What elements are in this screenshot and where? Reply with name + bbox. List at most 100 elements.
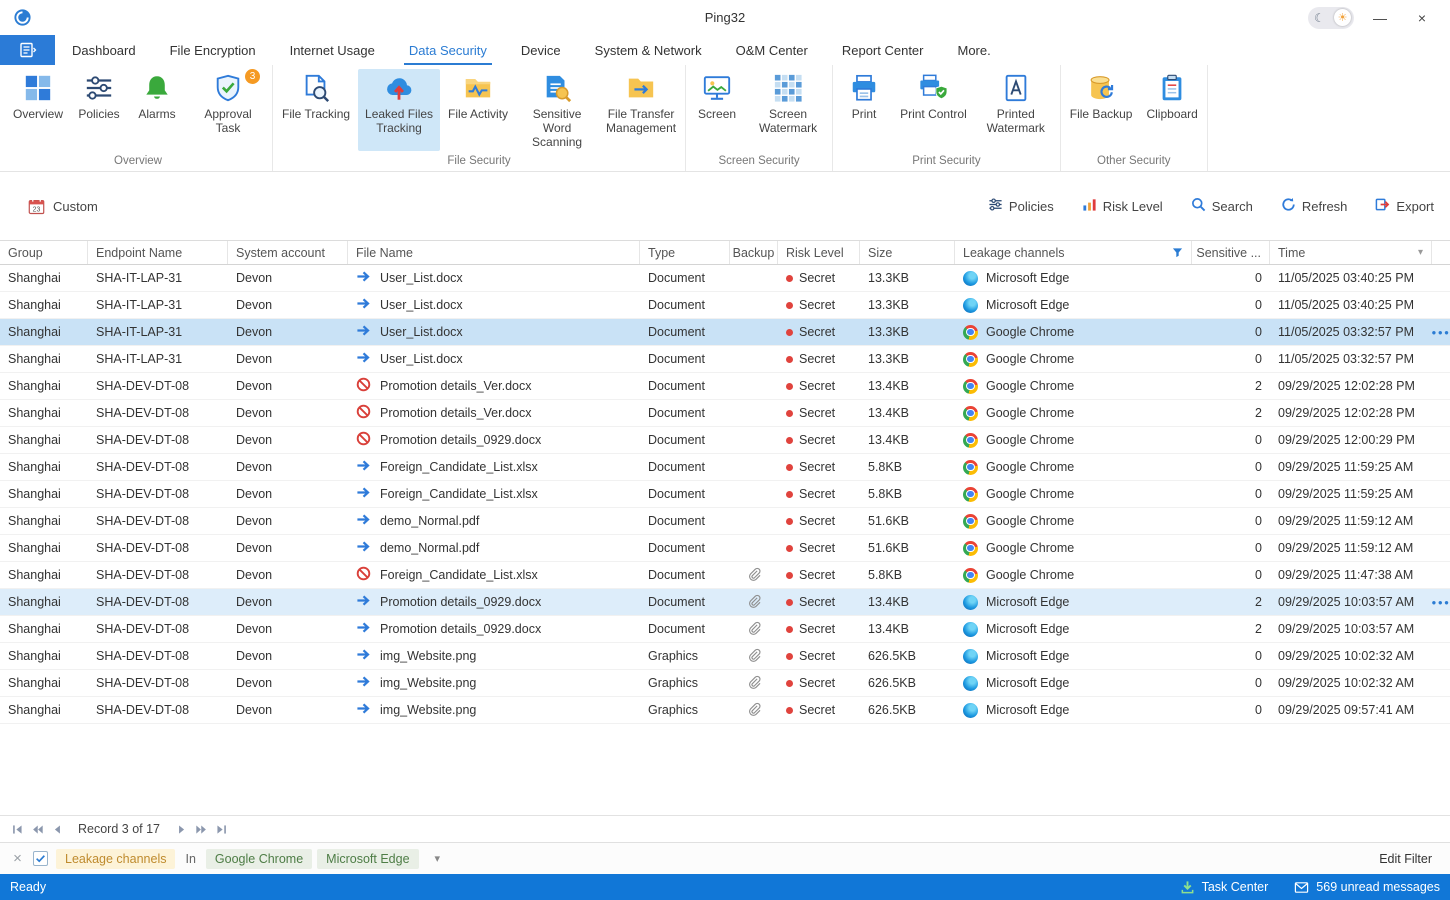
risk-dot-icon bbox=[786, 329, 793, 336]
cell-leakage-channel: Google Chrome bbox=[955, 508, 1192, 534]
ribbon-button-screen[interactable]: Screen bbox=[689, 69, 745, 151]
cell-leakage-channel: Google Chrome bbox=[955, 319, 1192, 345]
column-header-endpoint-name[interactable]: Endpoint Name bbox=[88, 241, 228, 264]
cell-size: 626.5KB bbox=[860, 643, 955, 669]
filter-value-tag[interactable]: Google Chrome bbox=[206, 849, 312, 869]
filter-value-tag[interactable]: Microsoft Edge bbox=[317, 849, 418, 869]
table-row[interactable]: ShanghaiSHA-DEV-DT-08DevonPromotion deta… bbox=[0, 616, 1450, 643]
tab-system-network[interactable]: System & Network bbox=[578, 35, 719, 65]
filter-enabled-checkbox[interactable] bbox=[33, 851, 48, 866]
table-row[interactable]: ShanghaiSHA-DEV-DT-08DevonPromotion deta… bbox=[0, 589, 1450, 616]
ribbon-button-sensitive-word-scanning[interactable]: Sensitive Word Scanning bbox=[516, 69, 598, 151]
row-menu-dots[interactable]: ●●● bbox=[1432, 598, 1450, 607]
ribbon-button-printed-watermark[interactable]: Printed Watermark bbox=[975, 69, 1057, 151]
last-page-icon[interactable] bbox=[212, 820, 230, 838]
tab-device[interactable]: Device bbox=[504, 35, 578, 65]
table-row[interactable]: ShanghaiSHA-IT-LAP-31DevonUser_List.docx… bbox=[0, 346, 1450, 373]
table-row[interactable]: ShanghaiSHA-DEV-DT-08DevonForeign_Candid… bbox=[0, 562, 1450, 589]
prev-page-icon[interactable] bbox=[48, 820, 66, 838]
cell-time: 11/05/2025 03:40:25 PM bbox=[1270, 292, 1432, 318]
table-row[interactable]: ShanghaiSHA-DEV-DT-08DevonForeign_Candid… bbox=[0, 454, 1450, 481]
column-header-sensitive[interactable]: Sensitive ... bbox=[1192, 241, 1270, 264]
ribbon-button-screen-watermark[interactable]: Screen Watermark bbox=[747, 69, 829, 151]
theme-toggle[interactable]: ☾ ☀ bbox=[1308, 7, 1354, 29]
minimize-button[interactable]: — bbox=[1364, 5, 1396, 31]
filter-funnel-icon[interactable] bbox=[1172, 247, 1183, 258]
column-header-leakage-channels[interactable]: Leakage channels bbox=[955, 241, 1192, 264]
filter-field-tag[interactable]: Leakage channels bbox=[56, 849, 175, 869]
risk-level-button[interactable]: Risk Level bbox=[1082, 197, 1163, 215]
table-row[interactable]: ShanghaiSHA-DEV-DT-08DevonPromotion deta… bbox=[0, 400, 1450, 427]
export-button[interactable]: Export bbox=[1375, 197, 1434, 215]
tab-file-encryption[interactable]: File Encryption bbox=[153, 35, 273, 65]
main-menu-button[interactable] bbox=[0, 35, 55, 65]
tab-dashboard[interactable]: Dashboard bbox=[55, 35, 153, 65]
tab-o-m-center[interactable]: O&M Center bbox=[719, 35, 825, 65]
remove-filter-icon[interactable]: × bbox=[10, 851, 25, 866]
table-row[interactable]: ShanghaiSHA-DEV-DT-08Devonimg_Website.pn… bbox=[0, 643, 1450, 670]
ribbon-button-alarms[interactable]: Alarms bbox=[129, 69, 185, 151]
close-button[interactable]: × bbox=[1406, 5, 1438, 31]
table-row[interactable]: ShanghaiSHA-DEV-DT-08DevonPromotion deta… bbox=[0, 427, 1450, 454]
ribbon-button-overview[interactable]: Overview bbox=[7, 69, 69, 151]
edge-icon bbox=[963, 271, 978, 286]
filter-dropdown-caret-icon[interactable]: ▾ bbox=[435, 852, 441, 865]
table-row[interactable]: ShanghaiSHA-IT-LAP-31DevonUser_List.docx… bbox=[0, 319, 1450, 346]
column-header-size[interactable]: Size bbox=[860, 241, 955, 264]
column-header-system-account[interactable]: System account bbox=[228, 241, 348, 264]
ribbon-button-file-activity[interactable]: File Activity bbox=[442, 69, 514, 151]
next-fast-icon[interactable] bbox=[192, 820, 210, 838]
cell-sensitive-count: 0 bbox=[1192, 427, 1270, 453]
task-center-button[interactable]: Task Center bbox=[1180, 880, 1269, 895]
screen-icon bbox=[702, 73, 732, 103]
cell-group: Shanghai bbox=[0, 454, 88, 480]
ribbon-button-approval-task[interactable]: Approval Task3 bbox=[187, 69, 269, 151]
row-menu-dots[interactable]: ●●● bbox=[1432, 328, 1450, 337]
cell-file-name: Promotion details_0929.docx bbox=[348, 589, 640, 615]
tab-internet-usage[interactable]: Internet Usage bbox=[273, 35, 392, 65]
cell-actions bbox=[1432, 454, 1450, 480]
table-header: Group Endpoint Name System account File … bbox=[0, 240, 1450, 265]
prev-fast-icon[interactable] bbox=[28, 820, 46, 838]
ribbon-button-print[interactable]: Print bbox=[836, 69, 892, 151]
next-page-icon[interactable] bbox=[172, 820, 190, 838]
tab-data-security[interactable]: Data Security bbox=[392, 35, 504, 65]
edit-filter-button[interactable]: Edit Filter bbox=[1379, 852, 1440, 866]
column-header-type[interactable]: Type bbox=[640, 241, 730, 264]
overview-icon bbox=[23, 73, 53, 103]
ribbon-button-file-backup[interactable]: File Backup bbox=[1064, 69, 1139, 151]
edge-icon bbox=[963, 622, 978, 637]
table-row[interactable]: ShanghaiSHA-DEV-DT-08DevonPromotion deta… bbox=[0, 373, 1450, 400]
search-button[interactable]: Search bbox=[1191, 197, 1253, 215]
table-row[interactable]: ShanghaiSHA-DEV-DT-08DevonForeign_Candid… bbox=[0, 481, 1450, 508]
refresh-button[interactable]: Refresh bbox=[1281, 197, 1348, 215]
ribbon-button-clipboard[interactable]: Clipboard bbox=[1140, 69, 1203, 151]
ribbon-button-policies[interactable]: Policies bbox=[71, 69, 127, 151]
cell-type: Document bbox=[640, 589, 730, 615]
policies-button[interactable]: Policies bbox=[988, 197, 1054, 215]
tab-report-center[interactable]: Report Center bbox=[825, 35, 941, 65]
cell-endpoint-name: SHA-IT-LAP-31 bbox=[88, 346, 228, 372]
column-header-group[interactable]: Group bbox=[0, 241, 88, 264]
table-row[interactable]: ShanghaiSHA-DEV-DT-08Devonimg_Website.pn… bbox=[0, 670, 1450, 697]
ribbon-button-print-control[interactable]: Print Control bbox=[894, 69, 973, 151]
table-row[interactable]: ShanghaiSHA-DEV-DT-08Devondemo_Normal.pd… bbox=[0, 508, 1450, 535]
column-header-time[interactable]: Time ▾ bbox=[1270, 241, 1432, 264]
ribbon-button-file-tracking[interactable]: File Tracking bbox=[276, 69, 356, 151]
unread-messages-button[interactable]: 569 unread messages bbox=[1294, 880, 1440, 895]
table-row[interactable]: ShanghaiSHA-DEV-DT-08Devonimg_Website.pn… bbox=[0, 697, 1450, 724]
column-header-file-name[interactable]: File Name bbox=[348, 241, 640, 264]
table-row[interactable]: ShanghaiSHA-IT-LAP-31DevonUser_List.docx… bbox=[0, 265, 1450, 292]
column-header-risk-level[interactable]: Risk Level bbox=[778, 241, 860, 264]
ribbon-group-label: File Security bbox=[276, 151, 682, 171]
table-row[interactable]: ShanghaiSHA-DEV-DT-08Devondemo_Normal.pd… bbox=[0, 535, 1450, 562]
custom-date-range-button[interactable]: 23 Custom bbox=[28, 198, 98, 215]
ribbon-button-leaked-files-tracking[interactable]: Leaked Files Tracking bbox=[358, 69, 440, 151]
first-page-icon[interactable] bbox=[8, 820, 26, 838]
tab-more[interactable]: More. bbox=[941, 35, 1008, 65]
column-header-backup[interactable]: Backup bbox=[730, 241, 778, 264]
table-row[interactable]: ShanghaiSHA-IT-LAP-31DevonUser_List.docx… bbox=[0, 292, 1450, 319]
ribbon-button-file-transfer-management[interactable]: File Transfer Management bbox=[600, 69, 682, 151]
column-filter-caret-icon[interactable]: ▾ bbox=[1418, 247, 1423, 258]
risk-dot-icon bbox=[786, 599, 793, 606]
